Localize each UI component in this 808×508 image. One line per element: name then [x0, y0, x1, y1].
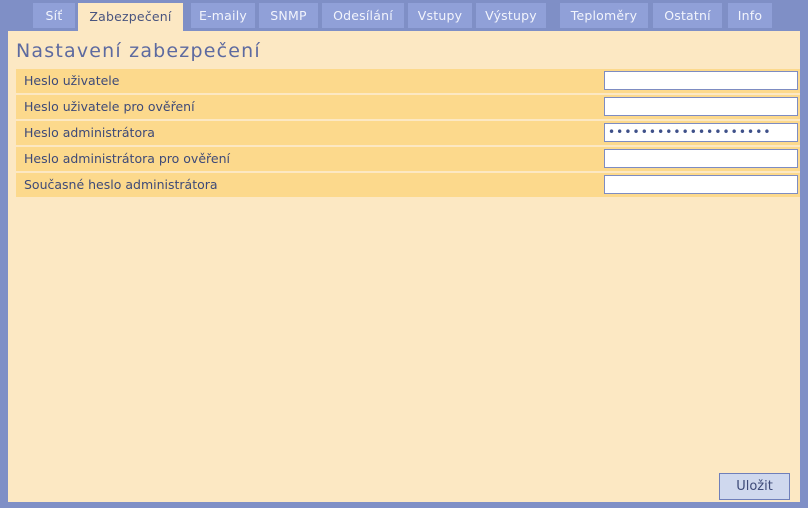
password-field-masked[interactable]: ••••••••••••••••••••: [604, 123, 798, 142]
tab-ostatni[interactable]: Ostatní: [653, 3, 722, 28]
application-window: Síť Zabezpečení E-maily SNMP Odesílání Vstupy…: [0, 0, 808, 508]
tab-e-maily[interactable]: E-maily: [191, 3, 255, 28]
tab-info[interactable]: Info: [728, 3, 772, 28]
save-button[interactable]: Uložit: [719, 473, 790, 500]
form-row-label: Heslo administrátora pro ověření: [24, 151, 230, 166]
tab-bar: Síť Zabezpečení E-maily SNMP Odesílání Vstupy…: [0, 0, 808, 31]
form-row: Heslo administrátora ••••••••••••••••••••: [16, 121, 800, 145]
tab-vystupy[interactable]: Výstupy: [476, 3, 546, 28]
tab-sis[interactable]: Síť: [33, 3, 75, 28]
tab-teplomery[interactable]: Teploměry: [560, 3, 648, 28]
password-field[interactable]: [604, 175, 798, 194]
page-title: Nastavení zabezpečení: [16, 40, 261, 62]
password-field[interactable]: [604, 97, 798, 116]
form-row-label: Heslo uživatele pro ověření: [24, 99, 195, 114]
tab-vstupy[interactable]: Vstupy: [408, 3, 472, 28]
form-row: Heslo administrátora pro ověření: [16, 147, 800, 171]
content-panel: Nastavení zabezpečení Heslo uživatele Hes…: [8, 31, 800, 502]
tab-zabezpeceni[interactable]: Zabezpečení: [78, 3, 183, 31]
security-settings-form: Heslo uživatele Heslo uživatele pro ověře…: [16, 69, 800, 199]
form-row-label: Současné heslo administrátora: [24, 177, 218, 192]
form-row: Heslo uživatele pro ověření: [16, 95, 800, 119]
form-row-label: Heslo uživatele: [24, 73, 120, 88]
password-field[interactable]: [604, 149, 798, 168]
tab-snmp[interactable]: SNMP: [259, 3, 318, 28]
form-row: Současné heslo administrátora: [16, 173, 800, 197]
form-row-label: Heslo administrátora: [24, 125, 155, 140]
form-row: Heslo uživatele: [16, 69, 800, 93]
tab-odesilani[interactable]: Odesílání: [322, 3, 404, 28]
password-field[interactable]: [604, 71, 798, 90]
